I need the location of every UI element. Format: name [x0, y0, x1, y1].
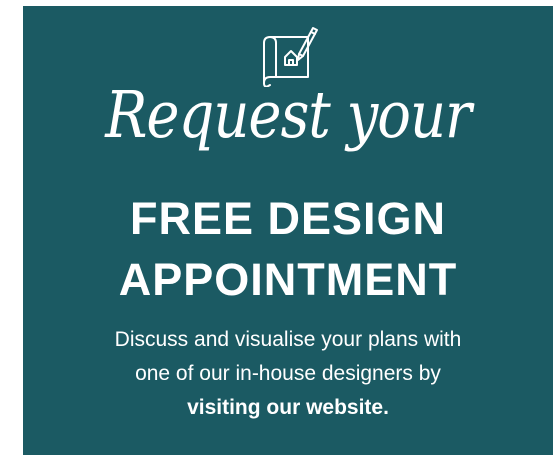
appointment-card: Request your FREE DESIGN APPOINTMENT Dis…	[23, 6, 553, 455]
heading-line-2: APPOINTMENT	[118, 254, 458, 305]
heading-line-1: FREE DESIGN	[129, 193, 447, 244]
script-title: Request your	[105, 78, 472, 153]
body-line-1: Discuss and visualise your plans with	[114, 328, 462, 351]
website-link[interactable]: visiting our website.	[23, 391, 553, 425]
body-line-2: one of our in-house designers by	[135, 362, 441, 385]
body-text: Discuss and visualise your plans with on…	[23, 323, 553, 425]
